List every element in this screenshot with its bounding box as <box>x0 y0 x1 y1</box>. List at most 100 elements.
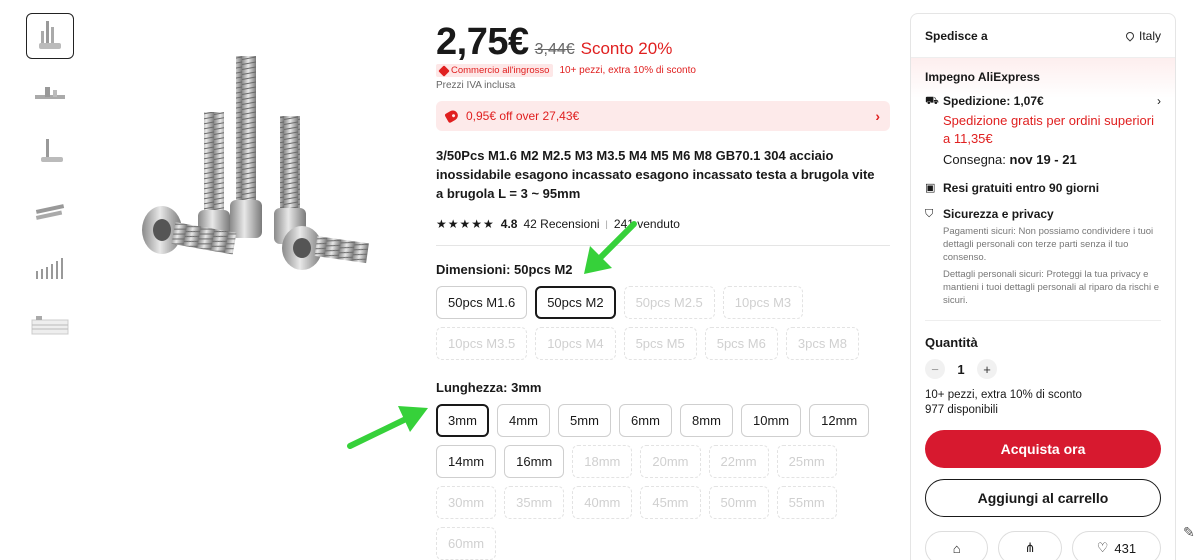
security-title: Sicurezza e privacy <box>943 207 1054 221</box>
share-button[interactable]: ⋔ <box>998 531 1062 560</box>
rating-value: 4.8 <box>500 217 518 231</box>
dimension-option-10pcs-m3[interactable]: 10pcs M3 <box>722 286 804 319</box>
chevron-right-icon: › <box>875 108 880 124</box>
add-to-cart-button[interactable]: Aggiungi al carrello <box>925 479 1161 517</box>
shipping-row[interactable]: ⛟ Spedizione: 1,07€ › Spedizione gratis … <box>925 94 1161 167</box>
ship-to-row[interactable]: Spedisce a Italy <box>911 14 1175 58</box>
length-option-55mm[interactable]: 55mm <box>776 486 837 519</box>
old-price: 3,44€ <box>534 41 575 58</box>
length-option-20mm[interactable]: 20mm <box>640 445 701 478</box>
store-button[interactable]: ⌂ <box>925 531 989 560</box>
wholesale-text: 10+ pezzi, extra 10% di sconto <box>559 65 696 76</box>
length-option-8mm[interactable]: 8mm <box>680 404 733 437</box>
store-icon: ⌂ <box>952 540 961 556</box>
screws-thumb-icon <box>39 21 61 49</box>
length-option-45mm[interactable]: 45mm <box>640 486 701 519</box>
security-text-1: Pagamenti sicuri: Non possiamo condivide… <box>943 226 1154 263</box>
length-option-6mm[interactable]: 6mm <box>619 404 672 437</box>
thumbnail-6[interactable] <box>26 303 74 349</box>
quantity-section: Quantità − 1 + 10+ pezzi, extra 10% di s… <box>911 321 1175 418</box>
thumbnail-4[interactable] <box>26 187 74 233</box>
main-product-image[interactable] <box>130 40 380 280</box>
dimension-option-50pcs-m2[interactable]: 50pcs M2 <box>535 286 616 319</box>
spec-table-thumb-icon <box>31 316 69 335</box>
dimension-option-10pcs-m3-5[interactable]: 10pcs M3.5 <box>436 327 528 360</box>
length-option-25mm[interactable]: 25mm <box>776 445 837 478</box>
dimensions-label: Dimensioni: 50pcs M2 <box>436 262 573 277</box>
quantity-stepper: − 1 + <box>925 359 1161 379</box>
thumbnail-3[interactable] <box>26 129 74 175</box>
quantity-minus-button[interactable]: − <box>925 359 945 379</box>
quantity-plus-button[interactable]: + <box>977 359 997 379</box>
screw-thumb-icon <box>41 139 63 162</box>
security-text-2: Dettagli personali sicuri: Proteggi la t… <box>943 269 1159 306</box>
returns-row: ▣ Resi gratuiti entro 90 giorni <box>925 181 1161 195</box>
length-option-22mm[interactable]: 22mm <box>708 445 769 478</box>
length-options: 3mm 4mm 5mm 6mm 8mm 10mm 12mm 14mm 16mm 18mm 20mm 2… <box>436 404 890 560</box>
length-option-30mm[interactable]: 30mm <box>436 486 497 519</box>
share-icon: ⋔ <box>1024 540 1036 555</box>
heart-icon: ♡ <box>1096 540 1109 555</box>
dimension-option-5pcs-m5[interactable]: 5pcs M5 <box>623 327 697 360</box>
size-chart-thumb-icon <box>36 258 63 279</box>
dimension-option-5pcs-m6[interactable]: 5pcs M6 <box>704 327 778 360</box>
buy-now-button[interactable]: Acquista ora <box>925 430 1161 468</box>
wholesale-row: Commercio all'ingrosso 10+ pezzi, extra … <box>436 64 890 77</box>
coupon-bar[interactable]: 0,95€ off over 27,43€ › <box>436 101 890 131</box>
star-rating-icon: ★★★★★ <box>436 217 495 231</box>
wishlist-button[interactable]: ♡ 431 <box>1071 531 1162 560</box>
length-option-18mm[interactable]: 18mm <box>572 445 633 478</box>
wishlist-count: 431 <box>1114 540 1137 556</box>
dimension-option-3pcs-m8[interactable]: 3pcs M8 <box>785 327 859 360</box>
ship-to-label: Spedisce a <box>925 28 988 43</box>
dimensions-options: 50pcs M1.6 50pcs M2 50pcs M2.5 10pcs M3 10pc… <box>436 286 890 360</box>
commitment-section: Impegno AliExpress ⛟ Spedizione: 1,07€ ›… <box>911 58 1175 307</box>
thumbnail-1[interactable] <box>26 13 74 59</box>
wholesale-badge: Commercio all'ingrosso <box>436 64 554 77</box>
length-option-35mm[interactable]: 35mm <box>504 486 565 519</box>
thumbnail-list <box>26 13 74 361</box>
wholesale-badge-label: Commercio all'ingrosso <box>451 65 550 76</box>
length-option-50mm[interactable]: 50mm <box>708 486 769 519</box>
dimension-option-50pcs-m2-5[interactable]: 50pcs M2.5 <box>623 286 715 319</box>
quantity-value[interactable]: 1 <box>955 362 967 377</box>
length-option-12mm[interactable]: 12mm <box>809 404 870 437</box>
price-row: 2,75€ 3,44€ Sconto 20% <box>436 22 890 62</box>
truck-icon: ⛟ <box>925 95 939 107</box>
stock-available: 977 disponibili <box>925 404 998 416</box>
tag-icon <box>438 64 450 77</box>
green-arrow-annotation-2 <box>347 406 428 449</box>
thumbnail-5[interactable] <box>26 245 74 291</box>
length-option-4mm[interactable]: 4mm <box>497 404 550 437</box>
coupon-text: 0,95€ off over 27,43€ <box>466 109 580 123</box>
thumbnail-2[interactable] <box>26 71 74 117</box>
screw-thumb-icon <box>35 87 65 99</box>
return-box-icon: ▣ <box>925 182 936 194</box>
free-shipping-note: Spedizione gratis per ordini superiori a… <box>943 113 1155 146</box>
length-option-14mm[interactable]: 14mm <box>436 445 497 478</box>
current-price: 2,75€ <box>436 21 529 63</box>
length-option-40mm[interactable]: 40mm <box>572 486 633 519</box>
length-option-3mm[interactable]: 3mm <box>436 404 489 437</box>
pencil-icon[interactable]: ✎ <box>1183 524 1195 541</box>
product-title: 3/50Pcs M1.6 M2 M2.5 M3 M3.5 M4 M5 M6 M8… <box>436 148 875 201</box>
discount-label: Sconto 20% <box>580 39 673 58</box>
screws-row-thumb-icon <box>35 204 65 220</box>
separator: | <box>605 219 608 229</box>
dimension-option-50pcs-m1-6[interactable]: 50pcs M1.6 <box>436 286 528 319</box>
length-option-60mm[interactable]: 60mm <box>436 527 497 560</box>
coupon-tag-icon <box>444 108 460 124</box>
delivery-dates: nov 19 - 21 <box>1009 152 1077 167</box>
action-buttons: ⌂ ⋔ ♡ 431 <box>925 531 1162 560</box>
length-option-16mm[interactable]: 16mm <box>504 445 565 478</box>
delivery-prefix: Consegna: <box>943 152 1006 167</box>
length-option-5mm[interactable]: 5mm <box>558 404 611 437</box>
reviews-link[interactable]: 42 Recensioni <box>523 217 599 231</box>
ship-to-country: Italy <box>1138 28 1161 43</box>
shipping-label: Spedizione: 1,07€ <box>943 94 1044 108</box>
length-label: Lunghezza: 3mm <box>436 380 542 395</box>
rating-row: ★★★★★ 4.8 42 Recensioni | 241 venduto <box>436 217 890 246</box>
dimension-option-10pcs-m4[interactable]: 10pcs M4 <box>535 327 616 360</box>
length-option-10mm[interactable]: 10mm <box>741 404 802 437</box>
product-info: 2,75€ 3,44€ Sconto 20% Commercio all'ing… <box>436 22 890 560</box>
